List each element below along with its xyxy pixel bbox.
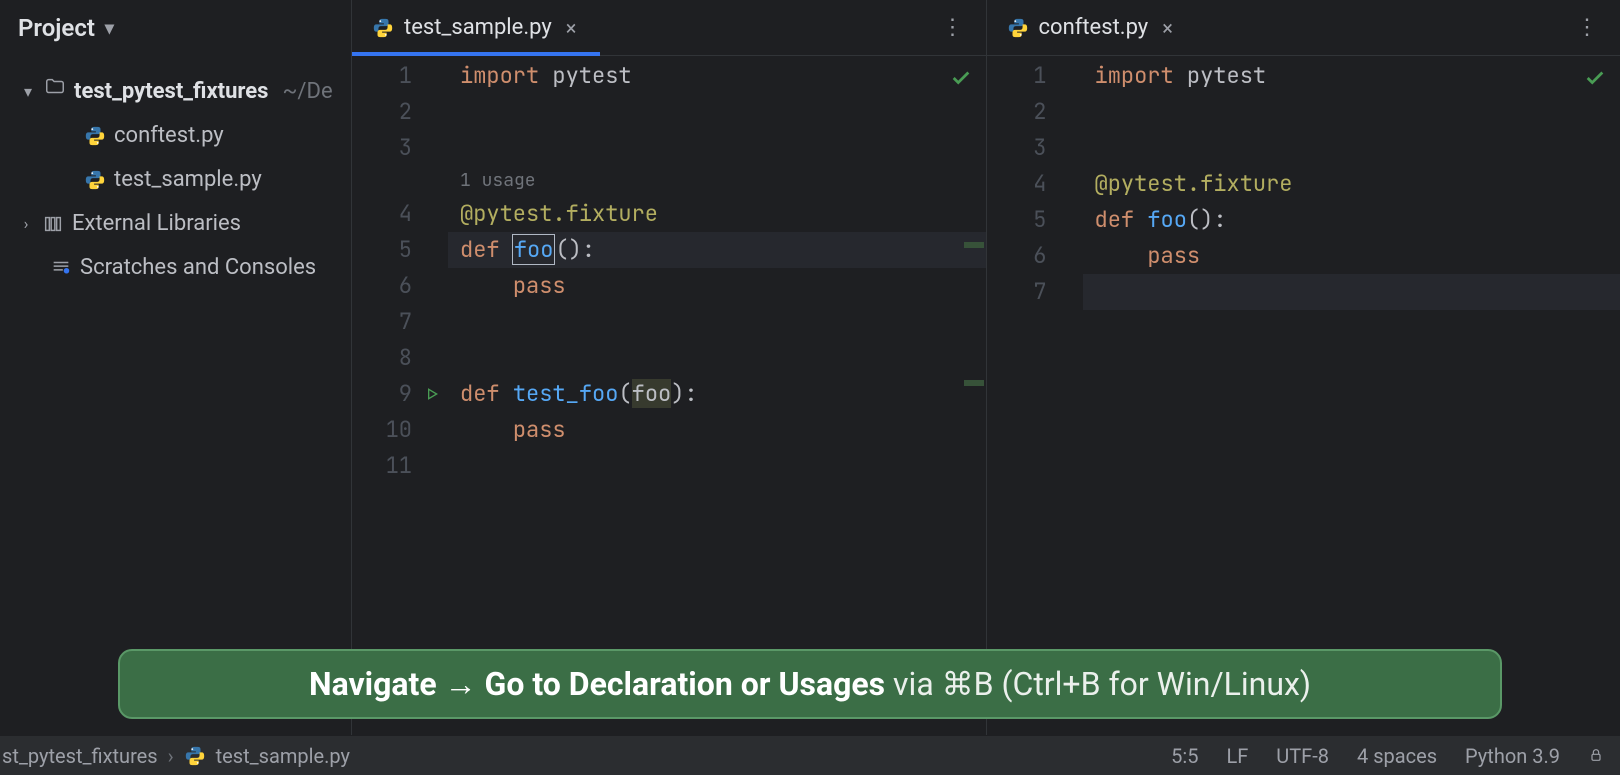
scratches-icon (50, 257, 72, 279)
python-file-icon (184, 745, 206, 767)
code-area-right[interactable]: import pytest @pytest.fixture def foo():… (1083, 56, 1620, 735)
project-file-conftest[interactable]: conftest.py (0, 114, 351, 158)
breadcrumb-file: test_sample.py (216, 744, 350, 768)
toast-shortcut: via ⌘B (Ctrl+B for Win/Linux) (885, 665, 1311, 703)
python-file-icon (372, 17, 394, 39)
tab-label: test_sample.py (404, 15, 552, 40)
project-tree: ▾ test_pytest_fixtures ~/De conftest.py … (0, 56, 351, 290)
project-title: Project (18, 14, 95, 42)
line-separator[interactable]: LF (1226, 744, 1248, 768)
tab-bar-left: test_sample.py × ⋮ (352, 0, 986, 56)
project-file-test-sample[interactable]: test_sample.py (0, 158, 351, 202)
project-tool-header[interactable]: Project ▾ (0, 0, 351, 56)
gutter-right: 1 2 3 4 5 6 7 (987, 56, 1083, 735)
folder-icon (44, 72, 66, 112)
chevron-down-icon: ▾ (105, 18, 114, 39)
tab-conftest[interactable]: conftest.py × (987, 0, 1197, 55)
chevron-down-icon: ▾ (20, 72, 36, 112)
status-bar: st_pytest_fixtures › test_sample.py 5:5 … (0, 735, 1620, 775)
library-icon (42, 213, 64, 235)
file-name: conftest.py (114, 116, 224, 156)
lock-icon[interactable] (1588, 744, 1604, 768)
breadcrumb[interactable]: st_pytest_fixtures › test_sample.py (0, 744, 350, 768)
project-root-name: test_pytest_fixtures (74, 72, 268, 112)
external-libraries[interactable]: › External Libraries (0, 202, 351, 246)
tab-menu-button[interactable]: ⋮ (922, 15, 986, 40)
code-editor-right[interactable]: 1 2 3 4 5 6 7 import pytest @pytest.fixt… (987, 56, 1620, 735)
python-interpreter[interactable]: Python 3.9 (1465, 744, 1560, 768)
editor-pane-left: test_sample.py × ⋮ 1 2 3 4 5 6 7 8 9 (352, 0, 986, 735)
close-icon[interactable]: × (562, 16, 581, 40)
code-area-left[interactable]: import pytest 1 usage @pytest.fixture de… (448, 56, 986, 735)
caret-position[interactable]: 5:5 (1171, 744, 1198, 768)
tab-bar-right: conftest.py × ⋮ (987, 0, 1620, 56)
project-root-path: ~/De (282, 72, 332, 112)
toast-action: Navigate → Go to Declaration or Usages (309, 665, 885, 703)
usage-inlay[interactable]: 1 usage (448, 166, 986, 196)
gutter-left: 1 2 3 4 5 6 7 8 9 10 11 (352, 56, 448, 735)
editor-split: test_sample.py × ⋮ 1 2 3 4 5 6 7 8 9 (352, 0, 1620, 735)
editor-pane-right: conftest.py × ⋮ 1 2 3 4 5 6 7 (986, 0, 1620, 735)
change-marker (964, 380, 984, 386)
python-file-icon (84, 125, 106, 147)
chevron-right-icon: › (168, 744, 174, 768)
chevron-right-icon: › (18, 204, 34, 244)
change-marker (964, 242, 984, 248)
scratches-and-consoles[interactable]: Scratches and Consoles (0, 246, 351, 290)
python-file-icon (1007, 17, 1029, 39)
breadcrumb-root: st_pytest_fixtures (2, 744, 158, 768)
project-root[interactable]: ▾ test_pytest_fixtures ~/De (0, 70, 351, 114)
external-libraries-label: External Libraries (72, 204, 241, 244)
tab-label: conftest.py (1039, 15, 1149, 40)
scratches-label: Scratches and Consoles (80, 248, 316, 288)
run-gutter-icon[interactable] (424, 386, 440, 402)
hint-toast: Navigate → Go to Declaration or Usages v… (118, 649, 1502, 719)
file-encoding[interactable]: UTF-8 (1276, 744, 1329, 768)
tab-menu-button[interactable]: ⋮ (1556, 15, 1620, 40)
indent-setting[interactable]: 4 spaces (1357, 744, 1437, 768)
close-icon[interactable]: × (1158, 16, 1177, 40)
project-sidebar: Project ▾ ▾ test_pytest_fixtures ~/De co… (0, 0, 352, 735)
file-name: test_sample.py (114, 160, 262, 200)
python-file-icon (84, 169, 106, 191)
code-editor-left[interactable]: 1 2 3 4 5 6 7 8 9 10 11 im (352, 56, 986, 735)
tab-test-sample[interactable]: test_sample.py × (352, 0, 600, 55)
